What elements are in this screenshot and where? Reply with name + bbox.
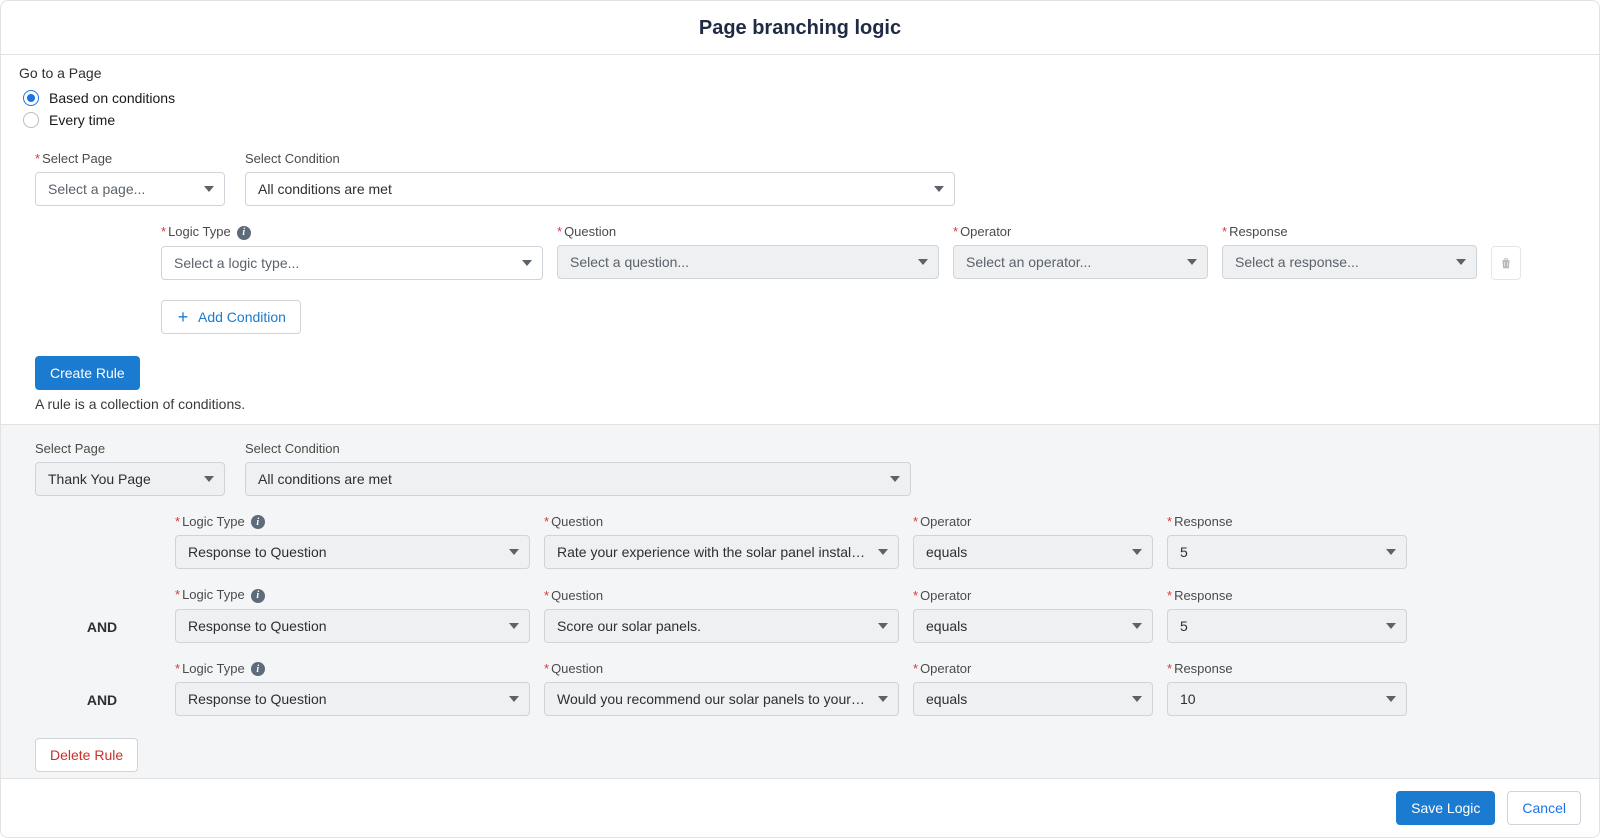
saved-operator-dropdown[interactable]: equals — [913, 682, 1153, 716]
select-condition-label: Select Condition — [245, 151, 955, 166]
chevron-down-icon — [1132, 549, 1142, 555]
saved-select-page-label: Select Page — [35, 441, 225, 456]
chevron-down-icon — [1386, 549, 1396, 555]
saved-operator-dropdown[interactable]: equals — [913, 535, 1153, 569]
question-label: *Question — [557, 224, 939, 239]
chevron-down-icon — [204, 186, 214, 192]
page-title: Page branching logic — [1, 17, 1599, 40]
create-rule-button[interactable]: Create Rule — [35, 356, 140, 390]
and-label: AND — [43, 619, 161, 643]
response-dropdown[interactable]: Select a response... — [1222, 245, 1477, 279]
radio-label: Based on conditions — [49, 90, 175, 106]
chevron-down-icon — [522, 260, 532, 266]
saved-response-dropdown[interactable]: 5 — [1167, 609, 1407, 643]
question-dropdown[interactable]: Select a question... — [557, 245, 939, 279]
chevron-down-icon — [890, 476, 900, 482]
info-icon: i — [251, 589, 265, 603]
operator-dropdown[interactable]: Select an operator... — [953, 245, 1208, 279]
select-page-label: *Select Page — [35, 151, 225, 166]
chevron-down-icon — [1132, 623, 1142, 629]
chevron-down-icon — [878, 696, 888, 702]
saved-logic-type-dropdown[interactable]: Response to Question — [175, 609, 530, 643]
chevron-down-icon — [509, 623, 519, 629]
save-logic-button[interactable]: Save Logic — [1396, 791, 1495, 825]
saved-operator-dropdown[interactable]: equals — [913, 609, 1153, 643]
create-rule-hint: A rule is a collection of conditions. — [35, 396, 1581, 412]
cancel-button[interactable]: Cancel — [1507, 791, 1581, 825]
saved-rule: Select Page Thank You Page Select Condit… — [1, 425, 1599, 778]
dialog-window: Page branching logic Go to a Page Based … — [0, 0, 1600, 838]
saved-logic-type-dropdown[interactable]: Response to Question — [175, 535, 530, 569]
go-to-radio-group: Based on conditions Every time — [23, 87, 1581, 131]
chevron-down-icon — [1456, 259, 1466, 265]
radio-label: Every time — [49, 112, 115, 128]
trash-icon — [1499, 256, 1513, 270]
chevron-down-icon — [878, 549, 888, 555]
saved-select-condition-dropdown[interactable]: All conditions are met — [245, 462, 911, 496]
delete-condition-button[interactable] — [1491, 246, 1521, 280]
radio-icon — [23, 112, 39, 128]
chevron-down-icon — [1386, 696, 1396, 702]
chevron-down-icon — [1187, 259, 1197, 265]
condition-builder: *Select Page Select a page... Select Con… — [1, 145, 1599, 334]
radio-every-time[interactable]: Every time — [23, 109, 1581, 131]
info-icon: i — [251, 515, 265, 529]
saved-condition-row: AND *Logic Typei Response to Question *Q… — [35, 661, 1581, 717]
radio-icon — [23, 90, 39, 106]
info-icon: i — [251, 662, 265, 676]
go-to-section: Go to a Page Based on conditions Every t… — [1, 55, 1599, 145]
chevron-down-icon — [918, 259, 928, 265]
saved-response-dropdown[interactable]: 10 — [1167, 682, 1407, 716]
operator-label: *Operator — [953, 224, 1208, 239]
chevron-down-icon — [1386, 623, 1396, 629]
logic-type-dropdown[interactable]: Select a logic type... — [161, 246, 543, 280]
chevron-down-icon — [1132, 696, 1142, 702]
chevron-down-icon — [509, 549, 519, 555]
condition-row: *Logic Typei Select a logic type... *Que… — [35, 224, 1581, 280]
and-label: AND — [43, 692, 161, 716]
go-to-heading: Go to a Page — [19, 65, 1581, 81]
saved-question-dropdown[interactable]: Would you recommend our solar panels to … — [544, 682, 899, 716]
select-page-dropdown[interactable]: Select a page... — [35, 172, 225, 206]
chevron-down-icon — [509, 696, 519, 702]
saved-logic-type-dropdown[interactable]: Response to Question — [175, 682, 530, 716]
chevron-down-icon — [204, 476, 214, 482]
info-icon: i — [237, 226, 251, 240]
saved-question-dropdown[interactable]: Rate your experience with the solar pane… — [544, 535, 899, 569]
add-condition-button[interactable]: + Add Condition — [161, 300, 301, 334]
dialog-footer: Save Logic Cancel — [1, 778, 1599, 837]
create-rule-block: Create Rule A rule is a collection of co… — [1, 356, 1599, 425]
saved-question-dropdown[interactable]: Score our solar panels. — [544, 609, 899, 643]
response-label: *Response — [1222, 224, 1477, 239]
saved-condition-row: *Logic Typei Response to Question *Quest… — [35, 514, 1581, 570]
saved-select-page-dropdown[interactable]: Thank You Page — [35, 462, 225, 496]
chevron-down-icon — [934, 186, 944, 192]
plus-icon: + — [176, 310, 190, 324]
chevron-down-icon — [878, 623, 888, 629]
saved-condition-row: AND *Logic Typei Response to Question *Q… — [35, 587, 1581, 643]
saved-response-dropdown[interactable]: 5 — [1167, 535, 1407, 569]
dialog-header: Page branching logic — [1, 1, 1599, 55]
logic-type-label: *Logic Typei — [161, 224, 543, 240]
saved-select-condition-label: Select Condition — [245, 441, 911, 456]
delete-rule-button[interactable]: Delete Rule — [35, 738, 138, 772]
dialog-body: Go to a Page Based on conditions Every t… — [1, 55, 1599, 778]
select-condition-dropdown[interactable]: All conditions are met — [245, 172, 955, 206]
radio-based-on-conditions[interactable]: Based on conditions — [23, 87, 1581, 109]
